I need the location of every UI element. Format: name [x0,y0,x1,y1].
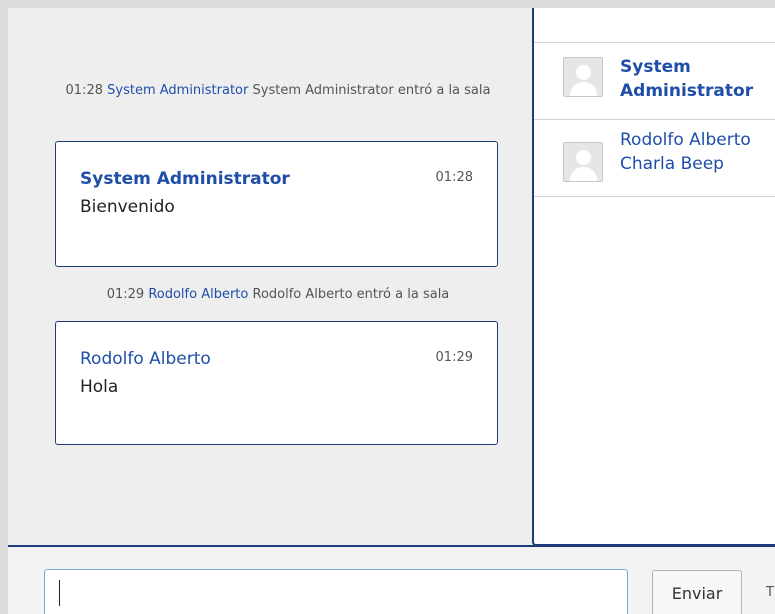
message-bubble: Rodolfo Alberto 01:29 Hola [55,321,498,445]
users-list-pane: System Administrator Rodolfo Alberto Cha… [532,8,775,546]
chat-window: 01:28 System Administrator System Admini… [8,8,775,614]
chat-messages-pane[interactable]: 01:28 System Administrator System Admini… [8,8,533,546]
message-author[interactable]: System Administrator [80,169,290,189]
message-author[interactable]: Rodolfo Alberto [80,349,211,369]
message-time: 01:29 [435,350,473,365]
message-text: Hola [80,377,119,397]
event-time: 01:29 [106,287,145,302]
message-bubble: System Administrator 01:28 Bienvenido [55,141,498,267]
avatar-icon [563,142,603,182]
message-time: 01:28 [435,170,473,185]
user-list-item[interactable]: Rodolfo Alberto Charla Beep [534,120,775,197]
message-input[interactable] [44,569,628,614]
send-button[interactable]: Enviar [652,570,742,614]
user-name-link[interactable]: System Administrator [620,55,770,103]
event-user-link[interactable]: Rodolfo Alberto [148,287,248,302]
event-user-link[interactable]: System Administrator [107,83,248,98]
user-list-item[interactable]: System Administrator [534,43,775,120]
truncated-label: T [766,585,774,600]
system-event-line: 01:28 System Administrator System Admini… [48,80,508,102]
system-event-line: 01:29 Rodolfo Alberto Rodolfo Alberto en… [48,284,508,306]
message-composer: Enviar T [8,545,775,614]
text-caret [59,580,60,606]
message-text: Bienvenido [80,197,175,217]
event-text: Rodolfo Alberto entró a la sala [252,287,450,302]
event-text: System Administrator entró a la sala [252,83,491,98]
avatar-icon [563,57,603,97]
event-time: 01:28 [65,83,103,98]
user-name-link[interactable]: Rodolfo Alberto Charla Beep [620,128,770,176]
